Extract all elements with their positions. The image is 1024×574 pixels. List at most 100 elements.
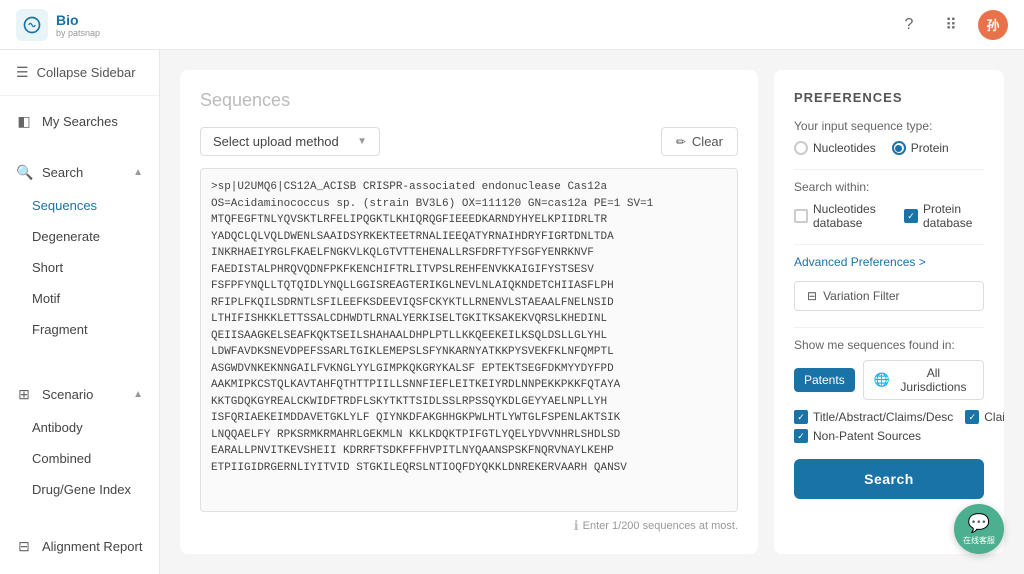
upload-method-select[interactable]: Select upload method ▼ [200, 127, 380, 156]
search-subitems: Sequences Degenerate Short Motif Fragmen… [0, 190, 159, 345]
show-checkboxes: ✓ Title/Abstract/Claims/Desc ✓ Claims ✓ … [794, 410, 984, 443]
collapse-label: Collapse Sidebar [37, 65, 136, 80]
info-icon: ℹ [574, 518, 579, 534]
protein-radio[interactable]: Protein [892, 141, 949, 155]
protein-radio-label: Protein [911, 141, 949, 155]
sidebar-item-fragment[interactable]: Fragment [0, 314, 159, 345]
search-icon: 🔍 [16, 164, 32, 181]
logo-text: Bio by patsnap [56, 12, 100, 38]
help-button[interactable]: ? [894, 10, 924, 40]
sidebar-item-drug-gene-index[interactable]: Drug/Gene Index [0, 474, 159, 505]
search-label: Search [42, 165, 83, 180]
claims-checkbox-box: ✓ [965, 410, 979, 424]
globe-icon: 🌐 [874, 372, 890, 388]
patents-label: Patents [804, 373, 845, 387]
logo-icon [16, 9, 48, 41]
sidebar-item-motif[interactable]: Motif [0, 283, 159, 314]
show-options: Patents 🌐 All Jurisdictions [794, 360, 984, 400]
title-abstract-label: Title/Abstract/Claims/Desc [813, 410, 953, 424]
sidebar-item-degenerate[interactable]: Degenerate [0, 221, 159, 252]
scenario-subitems: Antibody Combined Drug/Gene Index [0, 412, 159, 505]
protein-db-label: Protein database [923, 202, 984, 230]
jurisdictions-label: All Jurisdictions [894, 366, 973, 394]
scenario-label: Scenario [42, 387, 93, 402]
db-checkbox-row: Nucleotides database ✓ Protein database [794, 202, 984, 230]
variation-filter-icon: ⊟ [807, 289, 817, 303]
eraser-icon: ✏ [676, 135, 686, 149]
input-type-label: Your input sequence type: [794, 119, 984, 133]
chat-float-button[interactable]: 💬 在线客服 [954, 504, 1004, 554]
sidebar-item-alignment-report[interactable]: ⊟ Alignment Report [0, 529, 159, 564]
upload-select-arrow-icon: ▼ [357, 136, 367, 147]
pref-divider-3 [794, 327, 984, 328]
title-abstract-checkbox-box: ✓ [794, 410, 808, 424]
chat-float-label: 在线客服 [963, 535, 995, 546]
variation-filter-label: Variation Filter [823, 289, 899, 303]
jurisdictions-button[interactable]: 🌐 All Jurisdictions [863, 360, 984, 400]
nucleotides-db-label: Nucleotides database [813, 202, 892, 230]
chat-icon: 💬 [968, 513, 990, 534]
sequences-title: Sequences [200, 90, 738, 111]
header-icons: ? ⠿ 孙 [894, 10, 1008, 40]
preferences-title: PREFERENCES [794, 90, 984, 105]
nucleotides-db-checkbox-box [794, 209, 808, 223]
avatar[interactable]: 孙 [978, 10, 1008, 40]
search-chevron-icon: ▲ [133, 167, 143, 178]
non-patent-checkbox[interactable]: ✓ Non-Patent Sources [794, 429, 921, 443]
sequence-footer: ℹ Enter 1/200 sequences at most. [200, 518, 738, 534]
search-within-label: Search within: [794, 180, 984, 194]
my-searches-icon: ◧ [16, 113, 32, 130]
content-area: Sequences Select upload method ▼ ✏ Clear… [160, 50, 1024, 574]
protein-radio-circle [892, 141, 906, 155]
sequences-panel: Sequences Select upload method ▼ ✏ Clear… [180, 70, 758, 554]
sequence-type-radio-group: Nucleotides Protein [794, 141, 984, 155]
sidebar-item-search[interactable]: 🔍 Search ▲ [0, 155, 159, 190]
scenario-icon: ⊞ [16, 386, 32, 403]
pref-divider-1 [794, 169, 984, 170]
my-searches-label: My Searches [42, 114, 118, 129]
show-checkbox-row-2: ✓ Non-Patent Sources [794, 429, 984, 443]
nucleotides-db-checkbox[interactable]: Nucleotides database [794, 202, 892, 230]
sequence-textarea[interactable]: >sp|U2UMQ6|CS12A_ACISB CRISPR-associated… [200, 168, 738, 512]
preferences-panel: PREFERENCES Your input sequence type: Nu… [774, 70, 1004, 554]
clear-label: Clear [692, 134, 723, 149]
collapse-sidebar-button[interactable]: ☰ Collapse Sidebar [0, 50, 159, 96]
advanced-preferences-link[interactable]: Advanced Preferences > [794, 255, 984, 269]
sidebar-item-antibody[interactable]: Antibody [0, 412, 159, 443]
non-patent-label: Non-Patent Sources [813, 429, 921, 443]
sidebar-item-sequence-suite[interactable]: ⊠ Sequence Suite [0, 564, 159, 574]
title-abstract-checkbox[interactable]: ✓ Title/Abstract/Claims/Desc [794, 410, 953, 424]
non-patent-checkbox-box: ✓ [794, 429, 808, 443]
sidebar-item-sequences[interactable]: Sequences [0, 190, 159, 221]
alignment-icon: ⊟ [16, 538, 32, 555]
claims-checkbox[interactable]: ✓ Claims [965, 410, 1004, 424]
nucleotides-radio[interactable]: Nucleotides [794, 141, 876, 155]
nucleotides-radio-label: Nucleotides [813, 141, 876, 155]
upload-bar: Select upload method ▼ ✏ Clear [200, 127, 738, 156]
variation-filter-button[interactable]: ⊟ Variation Filter [794, 281, 984, 311]
show-me-label: Show me sequences found in: [794, 338, 984, 352]
alignment-label: Alignment Report [42, 539, 142, 554]
sidebar-my-searches-section: ◧ My Searches [0, 96, 159, 147]
protein-db-checkbox[interactable]: ✓ Protein database [904, 202, 984, 230]
sidebar-item-my-searches[interactable]: ◧ My Searches [0, 104, 159, 139]
logo-sub-text: by patsnap [56, 28, 100, 38]
sidebar-item-combined[interactable]: Combined [0, 443, 159, 474]
grid-button[interactable]: ⠿ [936, 10, 966, 40]
sidebar-search-section: 🔍 Search ▲ Sequences Degenerate Short Mo… [0, 147, 159, 353]
search-button[interactable]: Search [794, 459, 984, 499]
main-layout: ☰ Collapse Sidebar ◧ My Searches 🔍 Searc… [0, 50, 1024, 574]
header: Bio by patsnap ? ⠿ 孙 [0, 0, 1024, 50]
upload-method-label: Select upload method [213, 134, 339, 149]
search-within-checkboxes: Nucleotides database ✓ Protein database [794, 202, 984, 230]
seq-footer-text: Enter 1/200 sequences at most. [583, 520, 738, 532]
sidebar-item-scenario[interactable]: ⊞ Scenario ▲ [0, 377, 159, 412]
sidebar-item-short[interactable]: Short [0, 252, 159, 283]
clear-button[interactable]: ✏ Clear [661, 127, 738, 156]
scenario-chevron-icon: ▲ [133, 389, 143, 400]
nucleotides-radio-circle [794, 141, 808, 155]
collapse-icon: ☰ [16, 64, 29, 81]
protein-db-checkbox-box: ✓ [904, 209, 918, 223]
sidebar-scenario-section: ⊞ Scenario ▲ Antibody Combined Drug/Gene… [0, 369, 159, 513]
patents-button[interactable]: Patents [794, 368, 855, 392]
